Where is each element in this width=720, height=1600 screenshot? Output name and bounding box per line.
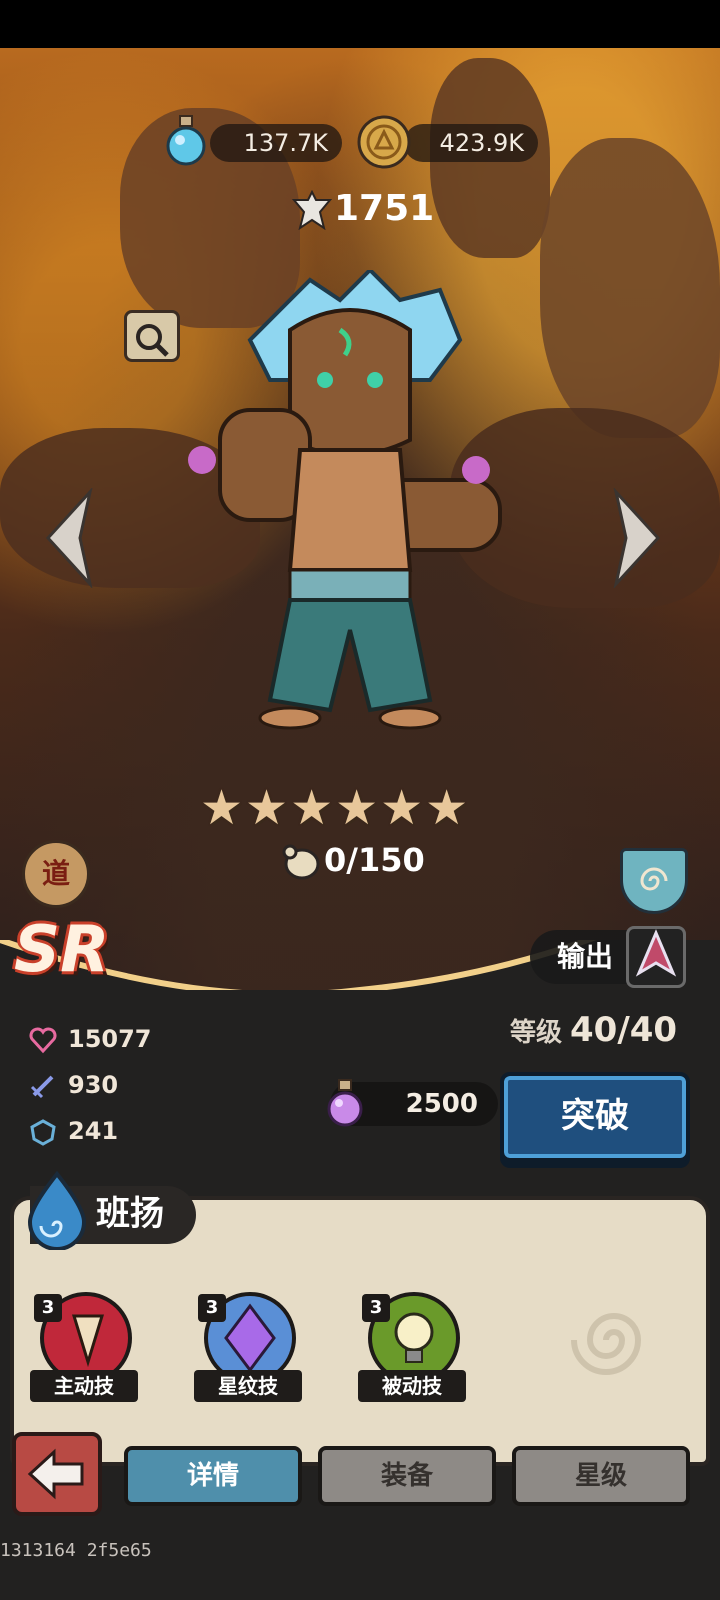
level-display: 等级 40/40 <box>510 1010 677 1050</box>
rune-shield-icon[interactable] <box>620 848 688 914</box>
rarity-badge: SR <box>14 914 109 986</box>
sword-icon <box>30 1075 54 1099</box>
status-bar <box>0 0 720 48</box>
magnifier-icon <box>136 324 169 357</box>
star-icon: ★ <box>200 780 244 836</box>
stat-attack-value: 930 <box>68 1071 119 1099</box>
power-sword-icon <box>291 190 333 230</box>
coin-value: 423.9K <box>439 129 524 157</box>
level-label: 等级 <box>510 1018 563 1048</box>
shield-icon <box>30 1119 56 1146</box>
role-damage-icon[interactable] <box>626 926 686 988</box>
star-icon: ★ <box>245 780 289 836</box>
skill-label: 主动技 <box>30 1370 138 1402</box>
star-icon: ★ <box>425 780 469 836</box>
combat-power: 1751 <box>290 185 434 233</box>
tab-details-label: 详情 <box>186 1461 239 1491</box>
skill-passive[interactable]: 3 被动技 <box>358 1292 468 1412</box>
heart-icon <box>29 1027 57 1054</box>
shard-counter: 0/150 <box>280 838 425 882</box>
breakthrough-cost-value: 2500 <box>405 1089 478 1119</box>
stat-defense-value: 241 <box>68 1117 119 1145</box>
skill-level: 3 <box>198 1294 226 1322</box>
tab-details[interactable]: 详情 <box>124 1446 302 1506</box>
tab-equipment[interactable]: 装备 <box>318 1446 496 1506</box>
hero-character-illustration <box>188 270 502 730</box>
tab-equipment-label: 装备 <box>380 1461 433 1491</box>
role-label: 输出 <box>556 940 613 973</box>
next-hero-arrow-icon[interactable] <box>606 488 666 588</box>
faction-badge-label: 道 <box>41 857 70 890</box>
hero-name: 班扬 <box>96 1194 164 1234</box>
potion-counter: 137.7K <box>210 124 342 162</box>
gold-coin-icon <box>357 115 411 169</box>
star-icon: ★ <box>290 780 334 836</box>
breakthrough-label: 突破 <box>561 1096 629 1136</box>
skill-active[interactable]: 3 主动技 <box>30 1292 140 1412</box>
star-icon: ★ <box>335 780 379 836</box>
back-arrow-icon <box>27 1448 84 1500</box>
role-label-pill: 输出 <box>530 930 640 984</box>
shard-value: 0/150 <box>324 841 425 879</box>
skill-star[interactable]: 3 星纹技 <box>194 1292 304 1412</box>
rarity-label: SR <box>14 913 110 987</box>
star-rating: ★ ★ ★ ★ ★ ★ <box>200 782 520 834</box>
coin-counter: 423.9K <box>404 124 538 162</box>
spiral-watermark-icon <box>571 1313 642 1375</box>
blue-potion-icon <box>166 115 206 166</box>
stat-attack: 930 <box>28 1068 118 1102</box>
stat-hp: 15077 <box>28 1022 152 1056</box>
skill-label: 星纹技 <box>194 1370 302 1402</box>
breakthrough-button[interactable]: 突破 <box>500 1072 690 1162</box>
purple-potion-icon <box>327 1079 363 1127</box>
star-icon: ★ <box>380 780 424 836</box>
inspect-button[interactable] <box>124 310 180 362</box>
skill-label: 被动技 <box>358 1370 466 1402</box>
previous-hero-arrow-icon[interactable] <box>40 488 100 588</box>
tab-star-level[interactable]: 星级 <box>512 1446 690 1506</box>
stat-defense: 241 <box>28 1114 118 1148</box>
build-watermark: 1313164 2f5e65 <box>0 1540 152 1561</box>
tab-star-level-label: 星级 <box>574 1461 627 1491</box>
faction-badge[interactable]: 道 <box>22 840 90 908</box>
potion-value: 137.7K <box>243 129 328 157</box>
skill-level: 3 <box>34 1294 62 1322</box>
spiral-icon <box>640 867 668 891</box>
level-value: 40/40 <box>570 1010 678 1050</box>
water-element-icon <box>27 1170 87 1250</box>
back-button[interactable] <box>12 1432 102 1516</box>
shard-icon <box>282 844 320 880</box>
skill-level: 3 <box>362 1294 390 1322</box>
power-value: 1751 <box>334 188 435 229</box>
stat-hp-value: 15077 <box>68 1025 152 1053</box>
arrowhead-icon <box>635 929 677 977</box>
